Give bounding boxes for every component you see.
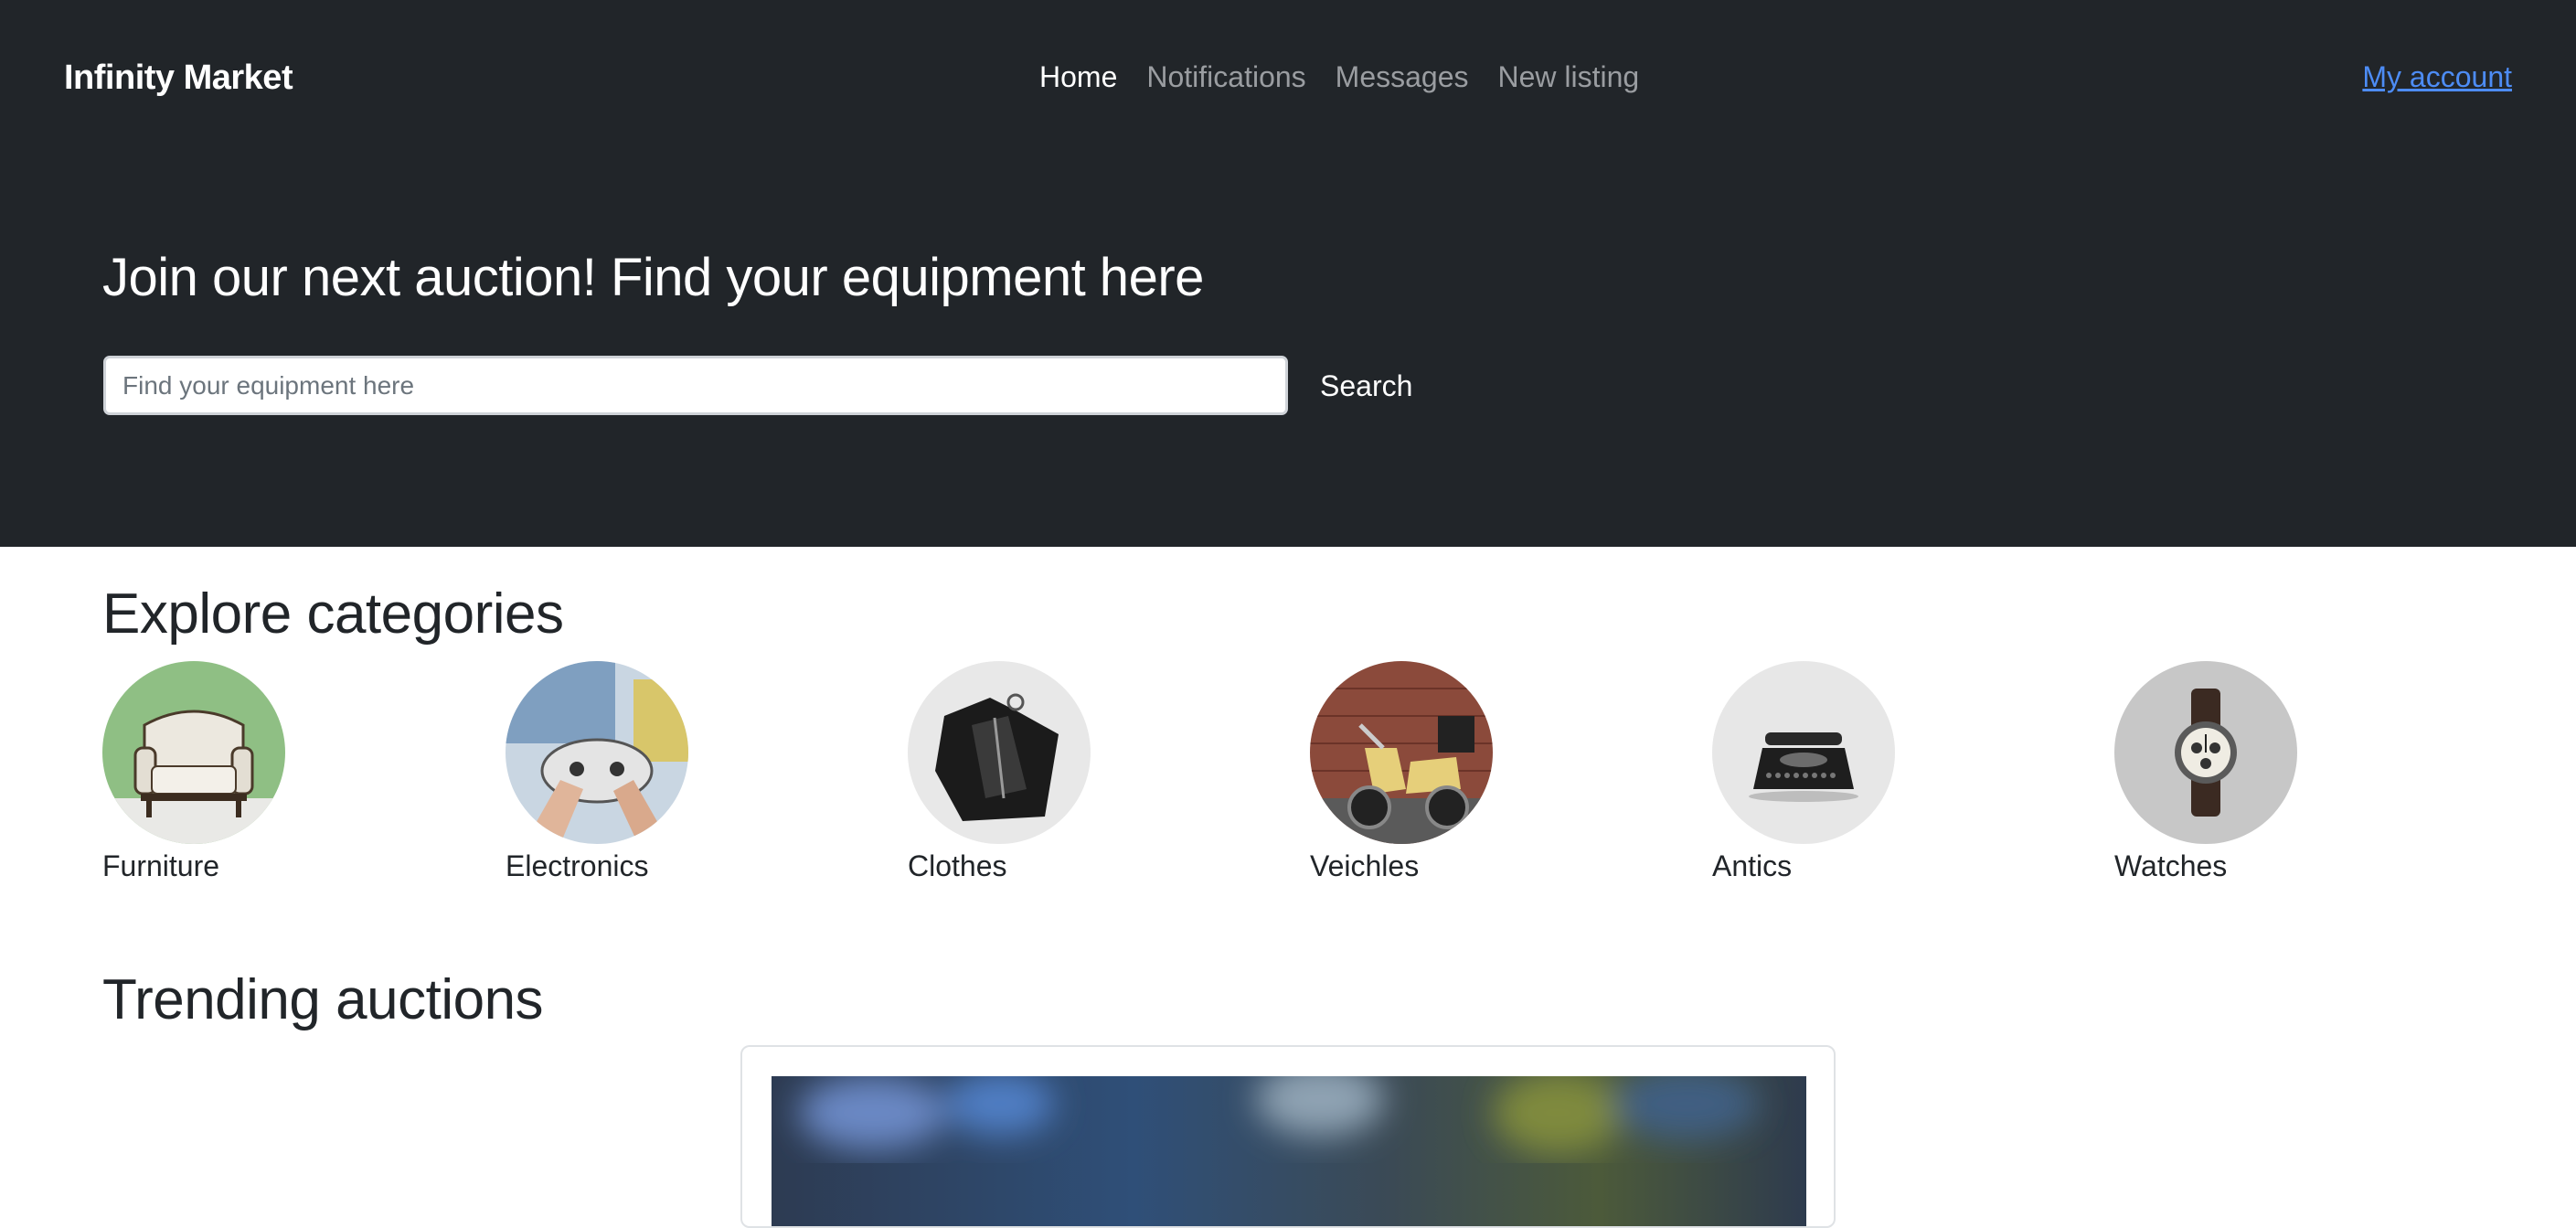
auction-card[interactable] xyxy=(740,1045,1836,1228)
armchair-photo-icon[interactable] xyxy=(102,661,285,844)
category-electronics[interactable]: Electronics xyxy=(506,661,780,883)
hero-header: Infinity Market Home Notifications Messa… xyxy=(0,0,2576,547)
category-label: Electronics xyxy=(506,849,649,882)
search-input[interactable] xyxy=(103,356,1288,415)
leather-jacket-photo-icon[interactable] xyxy=(908,661,1091,844)
category-furniture[interactable]: Furniture xyxy=(102,661,377,883)
trending-title: Trending auctions xyxy=(102,968,544,1031)
nav-notifications[interactable]: Notifications xyxy=(1146,60,1305,94)
main-nav: Home Notifications Messages New listing xyxy=(1039,60,1639,94)
category-watches[interactable]: Watches xyxy=(2114,661,2389,883)
nav-home[interactable]: Home xyxy=(1039,60,1117,94)
game-controller-photo-icon[interactable] xyxy=(506,661,688,844)
category-veichles[interactable]: Veichles xyxy=(1310,661,1584,883)
category-label: Furniture xyxy=(102,849,220,882)
category-label: Antics xyxy=(1712,849,1793,882)
brand-logo[interactable]: Infinity Market xyxy=(64,59,293,98)
category-label: Veichles xyxy=(1310,849,1420,882)
hero-title: Join our next auction! Find your equipme… xyxy=(102,248,1204,307)
search-button[interactable]: Search xyxy=(1304,358,1429,413)
scooter-photo-icon[interactable] xyxy=(1310,661,1493,844)
my-account-link[interactable]: My account xyxy=(2362,60,2512,94)
typewriter-photo-icon[interactable] xyxy=(1712,661,1895,844)
wristwatch-photo-icon[interactable] xyxy=(2114,661,2297,844)
nav-messages[interactable]: Messages xyxy=(1336,60,1469,94)
categories-title: Explore categories xyxy=(102,582,564,646)
category-antics[interactable]: Antics xyxy=(1712,661,1986,883)
category-label: Watches xyxy=(2114,849,2228,882)
auction-image[interactable] xyxy=(772,1076,1806,1226)
category-label: Clothes xyxy=(908,849,1007,882)
nav-new-listing[interactable]: New listing xyxy=(1498,60,1640,94)
category-clothes[interactable]: Clothes xyxy=(908,661,1182,883)
